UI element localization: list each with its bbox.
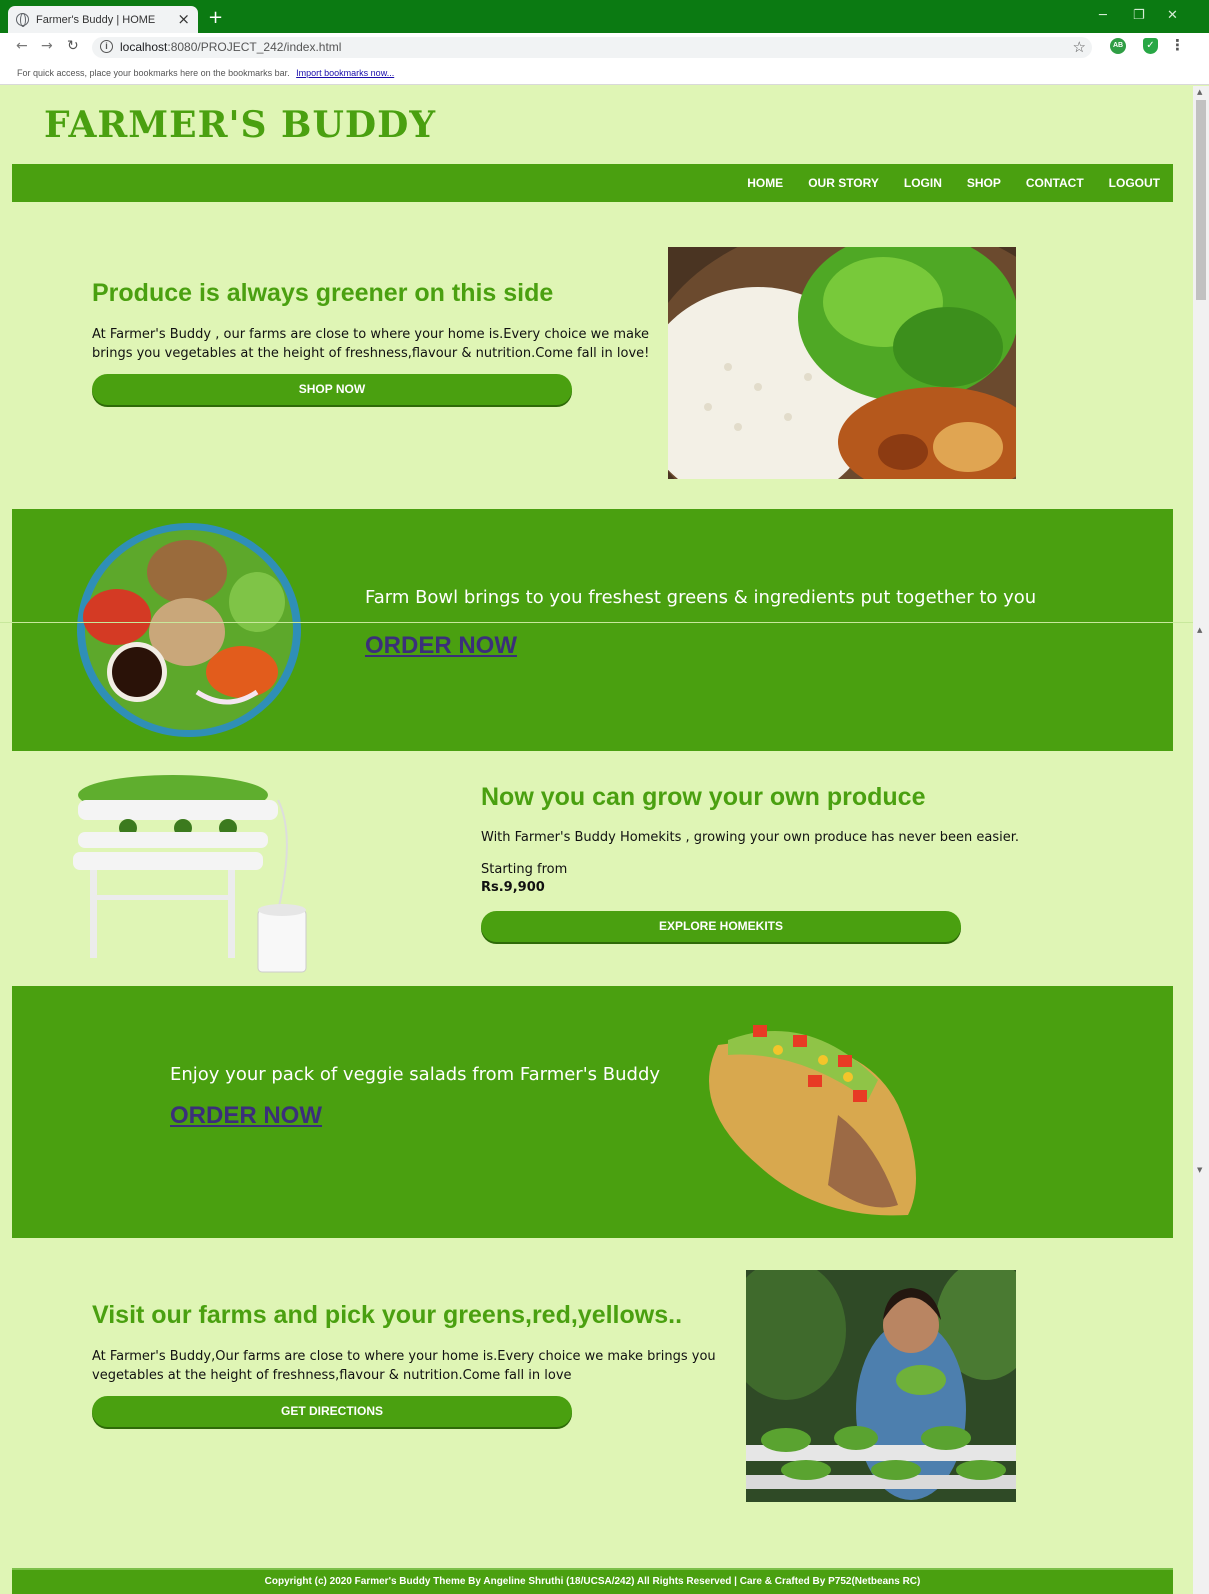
tab-title: Farmer's Buddy | HOME — [36, 13, 156, 26]
farm-bowl-text: Farm Bowl brings to you freshest greens … — [365, 587, 1037, 608]
homekits-text: With Farmer's Buddy Homekits , growing y… — [481, 830, 1020, 845]
scroll-up-icon[interactable]: ▲ — [1197, 88, 1202, 96]
new-tab-icon[interactable]: + — [208, 9, 223, 27]
shield-extension-icon[interactable]: ✓ — [1143, 38, 1158, 54]
nav-contact[interactable]: CONTACT — [1026, 176, 1084, 190]
get-directions-button[interactable]: GET DIRECTIONS — [92, 1396, 572, 1427]
close-tab-icon[interactable]: × — [177, 12, 190, 27]
divider-line — [0, 622, 1193, 623]
taco-image — [688, 1005, 920, 1223]
nav-login[interactable]: LOGIN — [904, 176, 942, 190]
homekits-heading: Now you can grow your own produce — [481, 783, 926, 811]
url-text: localhost:8080/PROJECT_242/index.html — [120, 40, 342, 54]
hero-text: At Farmer's Buddy , our farms are close … — [92, 327, 650, 361]
nav-home[interactable]: HOME — [747, 176, 783, 190]
reload-icon[interactable]: ↻ — [67, 38, 79, 54]
adblock-extension-icon[interactable]: AB — [1110, 38, 1126, 54]
shop-now-button[interactable]: SHOP NOW — [92, 374, 572, 405]
farms-text: At Farmer's Buddy,Our farms are close to… — [92, 1349, 716, 1383]
salads-order-link[interactable]: ORDER NOW — [170, 1102, 322, 1130]
browser-tab[interactable]: Farmer's Buddy | HOME × — [8, 6, 198, 33]
farms-heading: Visit our farms and pick your greens,red… — [92, 1301, 683, 1329]
farm-woman-image — [746, 1270, 1016, 1502]
explore-homekits-button[interactable]: EXPLORE HOMEKITS — [481, 911, 961, 942]
rice-greens-image — [668, 247, 1016, 479]
address-bar-row: ← → ↻ i localhost:8080/PROJECT_242/index… — [0, 33, 1209, 61]
scrollbar-thumb[interactable] — [1196, 100, 1206, 300]
scroll-down-icon[interactable]: ▼ — [1197, 1166, 1202, 1174]
homekit-image — [68, 770, 313, 976]
bookmarks-bar: For quick access, place your bookmarks h… — [0, 61, 1209, 85]
forward-icon[interactable]: → — [41, 38, 53, 54]
salad-bowl-image — [77, 522, 302, 738]
restore-icon[interactable]: ❐ — [1133, 8, 1145, 23]
scroll-up-icon[interactable]: ▲ — [1197, 626, 1202, 634]
back-icon[interactable]: ← — [16, 38, 28, 54]
main-navbar: HOME OUR STORY LOGIN SHOP CONTACT LOGOUT — [12, 164, 1173, 202]
nav-our-story[interactable]: OUR STORY — [808, 176, 879, 190]
salads-text: Enjoy your pack of veggie salads from Fa… — [170, 1064, 661, 1085]
homekit-price: Rs.9,900 — [481, 880, 545, 895]
nav-shop[interactable]: SHOP — [967, 176, 1001, 190]
nav-logout[interactable]: LOGOUT — [1109, 176, 1160, 190]
hero-heading: Produce is always greener on this side — [92, 279, 554, 307]
minimize-icon[interactable]: ─ — [1099, 8, 1107, 23]
menu-kebab-icon[interactable]: ⋮ — [1170, 36, 1185, 54]
page-scrollbar[interactable]: ▲ ▲ ▼ — [1193, 86, 1209, 1594]
globe-icon — [16, 13, 29, 27]
starting-from-label: Starting from — [481, 862, 568, 877]
bookmarks-hint: For quick access, place your bookmarks h… — [17, 68, 290, 78]
import-bookmarks-link[interactable]: Import bookmarks now... — [296, 68, 394, 78]
farm-bowl-order-link[interactable]: ORDER NOW — [365, 632, 517, 660]
close-window-icon[interactable]: ✕ — [1167, 8, 1178, 23]
site-logo[interactable]: FARMER'S BUDDY — [44, 104, 436, 146]
info-icon[interactable]: i — [100, 40, 113, 53]
browser-tab-strip: Farmer's Buddy | HOME × + ─ ❐ ✕ — [0, 0, 1209, 33]
bookmark-star-icon[interactable]: ☆ — [1073, 38, 1086, 56]
address-input[interactable]: i localhost:8080/PROJECT_242/index.html … — [92, 37, 1092, 58]
site-footer: Copyright (c) 2020 Farmer's Buddy Theme … — [12, 1568, 1173, 1594]
